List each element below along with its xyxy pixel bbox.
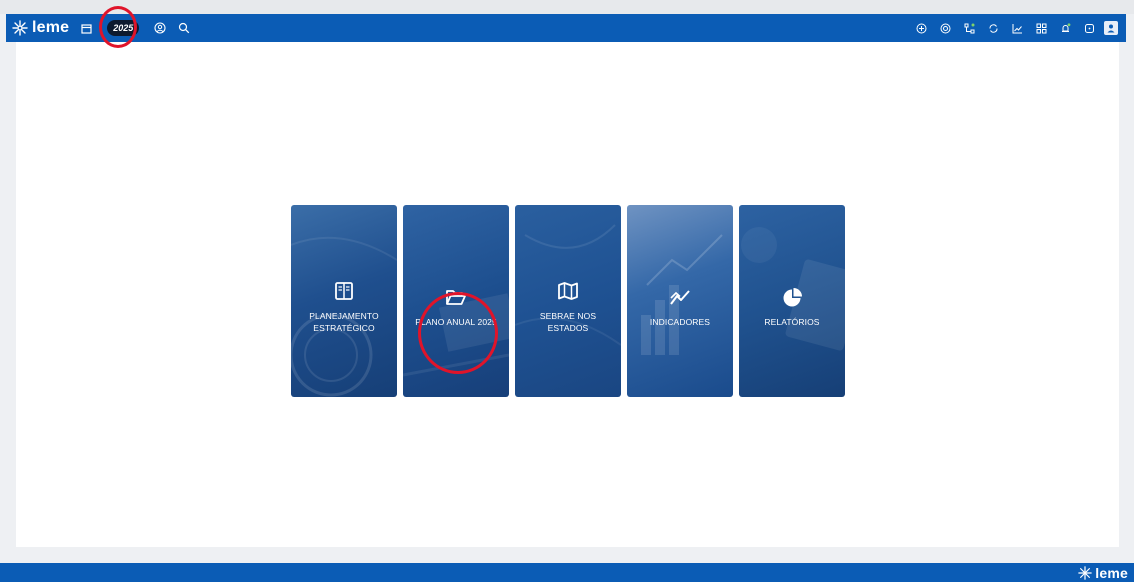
refresh-icon[interactable] [984, 19, 1002, 37]
card-label: PLANEJAMENTO ESTRATÉGICO [309, 311, 379, 333]
search-icon[interactable] [175, 19, 193, 37]
card-label: PLANO ANUAL 2025 [415, 317, 497, 327]
trend-icon [667, 284, 693, 310]
help-icon[interactable] [1080, 19, 1098, 37]
card-indicadores[interactable]: INDICADORES [627, 205, 733, 397]
footer-bar: leme [0, 563, 1134, 582]
book-icon [331, 278, 357, 304]
bell-icon[interactable] [1056, 19, 1074, 37]
line-chart-icon[interactable] [1008, 19, 1026, 37]
avatar-icon[interactable] [1104, 21, 1118, 35]
star-logo-icon [1078, 566, 1093, 580]
plus-circle-icon[interactable] [912, 19, 930, 37]
grid-icon[interactable] [1032, 19, 1050, 37]
card-sebrae-nos-estados[interactable]: SEBRAE NOS ESTADOS [515, 205, 621, 397]
app-logo[interactable]: leme [12, 19, 69, 37]
pie-chart-icon [779, 284, 805, 310]
footer-logo-text: leme [1095, 565, 1128, 581]
year-selector[interactable]: 2025 [107, 20, 140, 36]
module-cards: PLANEJAMENTO ESTRATÉGICO PLANO ANUAL 202… [291, 205, 845, 397]
card-label: INDICADORES [649, 317, 711, 327]
hierarchy-icon[interactable] [960, 19, 978, 37]
logo-text: leme [32, 19, 70, 36]
card-plano-anual[interactable]: PLANO ANUAL 2025 [403, 205, 509, 397]
user-circle-icon[interactable] [151, 19, 169, 37]
folder-open-icon [443, 284, 469, 310]
card-relatorios[interactable]: RELATÓRIOS [739, 205, 845, 397]
card-label: RELATÓRIOS [764, 317, 820, 327]
star-logo-icon [12, 20, 28, 36]
card-planejamento-estrategico[interactable]: PLANEJAMENTO ESTRATÉGICO [291, 205, 397, 397]
map-icon [555, 278, 581, 304]
card-label: SEBRAE NOS ESTADOS [539, 311, 597, 333]
target-icon[interactable] [936, 19, 954, 37]
footer-logo: leme [1078, 565, 1128, 581]
top-navbar: leme 2025 [6, 14, 1126, 42]
calendar-icon[interactable] [77, 19, 95, 37]
browser-strip [0, 0, 1134, 14]
